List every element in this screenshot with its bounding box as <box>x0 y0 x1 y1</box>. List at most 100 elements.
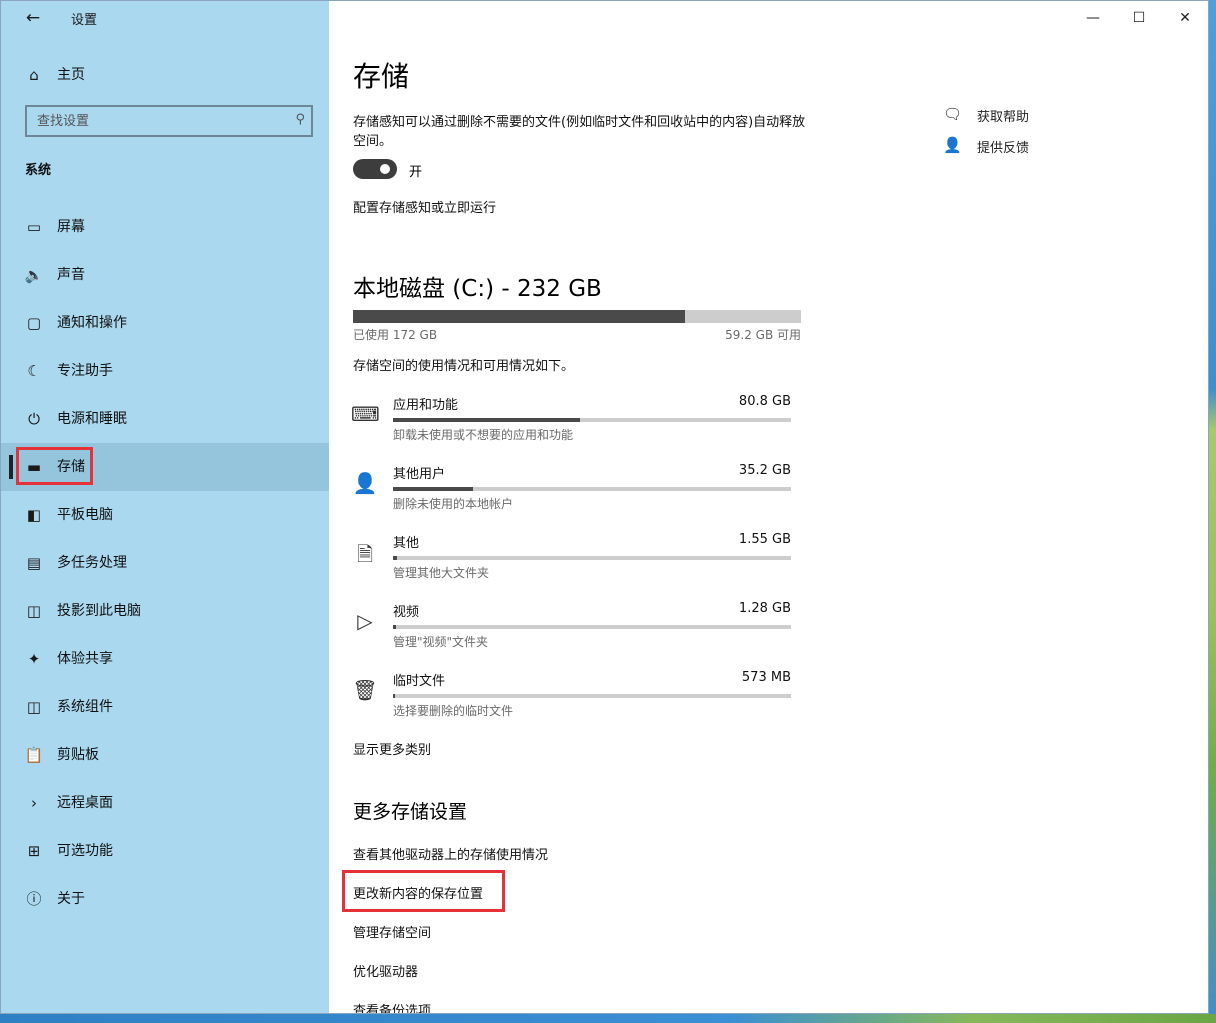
sidebar-item-label: 多任务处理 <box>57 555 127 571</box>
category-name: 应用和功能 <box>393 398 459 413</box>
close-button[interactable]: ✕ <box>1162 5 1208 31</box>
sidebar-item-label: 系统组件 <box>57 699 113 715</box>
show-more-categories-link[interactable]: 显示更多类别 <box>353 739 431 758</box>
give-feedback-label: 提供反馈 <box>977 141 1030 156</box>
desktop-background-bottom <box>0 1014 1216 1023</box>
disk-usage-fill <box>353 310 685 323</box>
sidebar-item-label: 通知和操作 <box>57 315 127 331</box>
storage-sense-toggle[interactable] <box>353 159 397 179</box>
sidebar-item-system-components[interactable]: ◫ 系统组件 <box>1 683 329 731</box>
category-size: 80.8 GB <box>738 394 791 409</box>
notification-icon: ▢ <box>26 314 42 332</box>
sidebar-item-shared-experiences[interactable]: ✦ 体验共享 <box>1 635 329 683</box>
sidebar-item-projecting[interactable]: ◫ 投影到此电脑 <box>1 587 329 635</box>
toggle-state-label: 开 <box>409 165 423 180</box>
feedback-icon: 👤 <box>943 136 962 154</box>
get-help-label: 获取帮助 <box>977 110 1030 125</box>
usage-description: 存储空间的使用情况和可用情况如下。 <box>353 359 575 374</box>
category-bar <box>393 418 791 422</box>
sidebar-item-label: 电源和睡眠 <box>57 411 127 427</box>
speaker-icon: 🔈 <box>24 266 44 284</box>
sidebar-item-label: 屏幕 <box>57 219 85 235</box>
category-temp-files[interactable]: 🗑 临时文件 573 MB 选择要删除的临时文件 <box>329 670 809 730</box>
home-icon: ⌂ <box>29 66 39 84</box>
category-subtitle: 选择要删除的临时文件 <box>393 704 514 718</box>
features-icon: ⊞ <box>27 842 41 860</box>
configure-storage-sense-link[interactable]: 配置存储感知或立即运行 <box>353 197 496 216</box>
sidebar-item-focus-assist[interactable]: ☾ 专注助手 <box>1 347 329 395</box>
sidebar-item-label: 投影到此电脑 <box>57 603 141 619</box>
sidebar-item-notifications[interactable]: ▢ 通知和操作 <box>1 299 329 347</box>
maximize-button[interactable]: ☐ <box>1116 5 1162 31</box>
remote-icon: › <box>31 794 37 812</box>
search-input[interactable] <box>27 107 281 135</box>
keyboard-icon: ⌨ <box>351 402 380 426</box>
sidebar-item-label: 体验共享 <box>57 651 113 667</box>
sidebar-item-label: 主页 <box>57 67 85 83</box>
sidebar-item-remote-desktop[interactable]: › 远程桌面 <box>1 779 329 827</box>
category-subtitle: 删除未使用的本地帐户 <box>393 497 514 511</box>
sidebar-item-about[interactable]: ⓘ 关于 <box>1 875 329 923</box>
sidebar-item-optional-features[interactable]: ⊞ 可选功能 <box>1 827 329 875</box>
sidebar-item-label: 剪贴板 <box>57 747 99 763</box>
category-subtitle: 卸载未使用或不想要的应用和功能 <box>393 428 574 442</box>
close-icon: ✕ <box>1179 10 1191 26</box>
sidebar-item-clipboard[interactable]: 📋 剪贴板 <box>1 731 329 779</box>
backup-options-link[interactable]: 查看备份选项 <box>353 1000 431 1013</box>
video-icon: ▷ <box>357 609 373 633</box>
sidebar-item-display[interactable]: ▭ 屏幕 <box>1 203 329 251</box>
highlight-box-save-location <box>342 870 505 912</box>
category-subtitle: 管理"视频"文件夹 <box>393 635 489 649</box>
view-other-drives-link[interactable]: 查看其他驱动器上的存储使用情况 <box>353 844 548 863</box>
help-chat-icon: 🗨 <box>943 105 963 123</box>
sidebar-item-sound[interactable]: 🔈 声音 <box>1 251 329 299</box>
more-storage-settings-heading: 更多存储设置 <box>353 801 468 823</box>
optimize-drives-link[interactable]: 优化驱动器 <box>353 961 418 980</box>
file-icon: 🗎 <box>356 542 374 566</box>
sidebar: ← 设置 ⌂ 主页 ⚲ 系统 ▭ 屏幕 🔈 声音 ▢ 通知和操作 <box>1 1 329 1013</box>
projector-icon: ◫ <box>26 602 42 620</box>
disk-usage-bar <box>353 310 801 323</box>
category-other-users[interactable]: 👤 其他用户 35.2 GB 删除未使用的本地帐户 <box>329 463 809 523</box>
sidebar-item-home[interactable]: ⌂ 主页 <box>1 57 329 93</box>
power-icon: ⏻ <box>28 410 40 428</box>
category-bar-fill <box>393 418 581 422</box>
monitor-icon: ▭ <box>26 218 42 236</box>
sidebar-item-label: 远程桌面 <box>57 795 113 811</box>
sidebar-item-label: 平板电脑 <box>57 507 113 523</box>
sidebar-item-power[interactable]: ⏻ 电源和睡眠 <box>1 395 329 443</box>
minimize-button[interactable]: — <box>1070 5 1116 31</box>
category-size: 35.2 GB <box>738 463 791 478</box>
category-name: 其他 <box>393 536 420 551</box>
sidebar-item-label: 声音 <box>57 267 85 283</box>
back-button[interactable]: ← <box>19 5 47 31</box>
category-size: 573 MB <box>741 670 791 685</box>
category-bar-fill <box>393 556 397 560</box>
user-icon: 👤 <box>352 471 378 495</box>
category-bar <box>393 556 791 560</box>
category-name: 视频 <box>393 605 420 620</box>
desktop-background-right <box>1209 0 1216 1023</box>
sidebar-item-multitasking[interactable]: ▤ 多任务处理 <box>1 539 329 587</box>
sidebar-nav: ▭ 屏幕 🔈 声音 ▢ 通知和操作 ☾ 专注助手 ⏻ 电源和睡眠 ▬ 存储 ◧ … <box>1 203 329 923</box>
maximize-icon: ☐ <box>1132 10 1146 26</box>
category-videos[interactable]: ▷ 视频 1.28 GB 管理"视频"文件夹 <box>329 601 809 661</box>
back-arrow-icon: ← <box>25 8 41 28</box>
sidebar-item-tablet[interactable]: ◧ 平板电脑 <box>1 491 329 539</box>
disk-free-label: 59.2 GB 可用 <box>725 328 801 342</box>
manage-storage-spaces-link[interactable]: 管理存储空间 <box>353 922 431 941</box>
settings-window: ← 设置 ⌂ 主页 ⚲ 系统 ▭ 屏幕 🔈 声音 ▢ 通知和操作 <box>0 0 1209 1014</box>
info-icon: ⓘ <box>26 890 42 908</box>
minimize-icon: — <box>1086 10 1100 26</box>
category-name: 其他用户 <box>393 467 446 482</box>
clipboard-icon: 📋 <box>24 746 44 764</box>
category-size: 1.55 GB <box>738 532 791 547</box>
category-apps[interactable]: ⌨ 应用和功能 80.8 GB 卸载未使用或不想要的应用和功能 <box>329 394 809 454</box>
search-icon[interactable]: ⚲ <box>295 112 305 127</box>
category-other[interactable]: 🗎 其他 1.55 GB 管理其他大文件夹 <box>329 532 809 592</box>
components-icon: ◫ <box>26 698 42 716</box>
search-box[interactable]: ⚲ <box>25 105 313 137</box>
disk-title: 本地磁盘 (C:) - 232 GB <box>353 276 602 302</box>
section-title: 系统 <box>25 163 52 178</box>
storage-sense-description: 存储感知可以通过删除不需要的文件(例如临时文件和回收站中的内容)自动释放空间。 <box>353 115 806 149</box>
